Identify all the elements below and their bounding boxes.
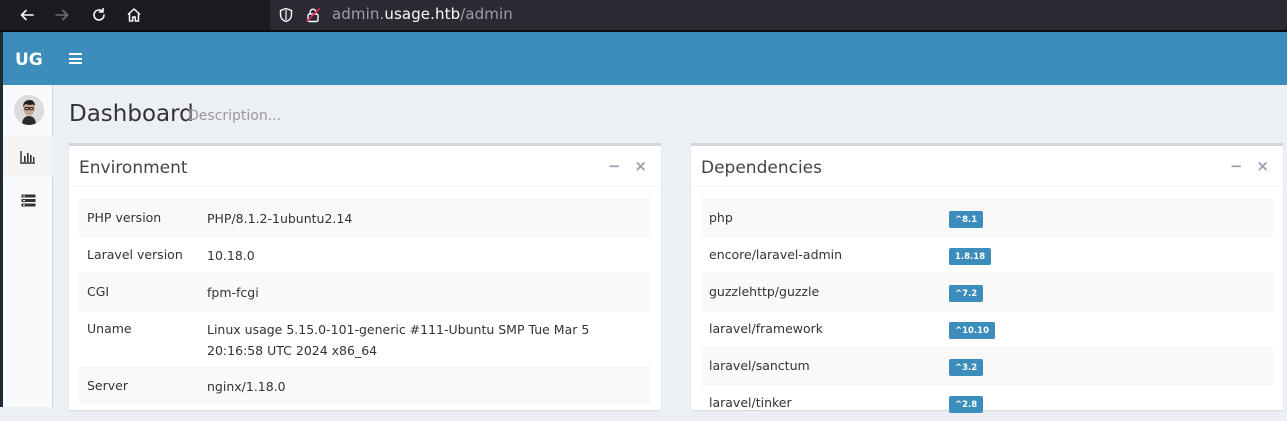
arrow-left-icon bbox=[20, 9, 34, 21]
address-bar[interactable]: admin.usage.htb/admin bbox=[270, 0, 1287, 30]
main-header: UG bbox=[0, 32, 1287, 85]
url-text[interactable]: admin.usage.htb/admin bbox=[332, 5, 513, 23]
insecure-lock-icon[interactable] bbox=[305, 7, 321, 23]
env-key: Laravel version bbox=[87, 247, 183, 262]
dependency-name: encore/laravel-admin bbox=[709, 247, 843, 262]
env-key: CGI bbox=[87, 284, 110, 299]
reload-button[interactable] bbox=[87, 4, 111, 26]
url-path: /admin bbox=[460, 5, 513, 23]
sidebar-toggle-icon[interactable] bbox=[69, 53, 82, 64]
reload-icon bbox=[93, 7, 105, 21]
env-value: fpm-fcgi bbox=[207, 285, 259, 300]
home-icon bbox=[127, 8, 141, 22]
back-button[interactable] bbox=[15, 4, 39, 26]
close-icon[interactable]: × bbox=[634, 158, 647, 174]
box-tools: − × bbox=[608, 158, 647, 174]
forward-button[interactable] bbox=[50, 4, 74, 26]
environment-box: Environment − × PHP version PHP/8.1.2-1u… bbox=[69, 143, 661, 410]
dependency-name: laravel/tinker bbox=[709, 395, 792, 410]
table-row: Server nginx/1.18.0 bbox=[79, 367, 651, 404]
version-badge: ^3.2 bbox=[949, 359, 984, 376]
version-badge: ^10.10 bbox=[949, 322, 996, 339]
dependencies-table: php ^8.1 encore/laravel-admin 1.8.18 guz… bbox=[701, 199, 1273, 421]
box-tools: − × bbox=[1230, 158, 1269, 174]
version-badge: ^2.8 bbox=[949, 396, 984, 413]
table-row: PHP version PHP/8.1.2-1ubuntu2.14 bbox=[79, 199, 651, 236]
env-value: 10.18.0 bbox=[207, 248, 255, 263]
box-header-divider bbox=[69, 186, 661, 187]
dependencies-box: Dependencies − × php ^8.1 encore/laravel… bbox=[691, 143, 1283, 413]
env-value: nginx/1.18.0 bbox=[207, 379, 286, 394]
shield-icon[interactable] bbox=[278, 7, 294, 23]
collapse-icon[interactable]: − bbox=[608, 158, 621, 174]
table-row: encore/laravel-admin 1.8.18 bbox=[701, 236, 1273, 273]
arrow-right-icon bbox=[55, 9, 69, 21]
dependency-name: laravel/framework bbox=[709, 321, 824, 336]
table-row: Laravel version 10.18.0 bbox=[79, 236, 651, 273]
version-badge: ^8.1 bbox=[949, 211, 984, 228]
browser-toolbar: admin.usage.htb/admin bbox=[0, 0, 1287, 32]
close-icon[interactable]: × bbox=[1256, 158, 1269, 174]
collapse-icon[interactable]: − bbox=[1230, 158, 1243, 174]
table-row: CGI fpm-fcgi bbox=[79, 273, 651, 310]
dependency-name: php bbox=[709, 210, 733, 225]
url-prefix: admin. bbox=[332, 5, 385, 23]
env-value: PHP/8.1.2-1ubuntu2.14 bbox=[207, 211, 353, 226]
table-row: Uname Linux usage 5.15.0-101-generic #11… bbox=[79, 310, 651, 367]
url-domain: usage.htb bbox=[384, 5, 461, 23]
version-badge: ^7.2 bbox=[949, 285, 984, 302]
sidebar-item-dashboard[interactable] bbox=[3, 137, 53, 177]
user-avatar[interactable] bbox=[14, 95, 44, 125]
table-row: laravel/sanctum ^3.2 bbox=[701, 347, 1273, 384]
dependency-name: laravel/sanctum bbox=[709, 358, 810, 373]
table-row: guzzlehttp/guzzle ^7.2 bbox=[701, 273, 1273, 310]
sidebar bbox=[0, 85, 53, 407]
env-value: Linux usage 5.15.0-101-generic #111-Ubun… bbox=[207, 322, 590, 358]
table-row: laravel/tinker ^2.8 bbox=[701, 384, 1273, 421]
server-icon bbox=[21, 194, 35, 206]
environment-title: Environment bbox=[79, 158, 188, 178]
page-description: Description... bbox=[188, 108, 282, 124]
app-logo[interactable]: UG bbox=[15, 50, 43, 70]
version-badge: 1.8.18 bbox=[949, 248, 992, 265]
env-key: Server bbox=[87, 378, 128, 393]
table-row: php ^8.1 bbox=[701, 199, 1273, 236]
dependency-name: guzzlehttp/guzzle bbox=[709, 284, 820, 299]
env-key: Uname bbox=[87, 321, 132, 336]
sidebar-item-admin[interactable] bbox=[3, 180, 53, 220]
dependencies-title: Dependencies bbox=[701, 158, 822, 178]
box-header-divider bbox=[691, 186, 1283, 187]
environment-table: PHP version PHP/8.1.2-1ubuntu2.14 Larave… bbox=[79, 199, 651, 404]
home-button[interactable] bbox=[122, 4, 146, 26]
table-row: laravel/framework ^10.10 bbox=[701, 310, 1273, 347]
page-title: Dashboard bbox=[69, 101, 194, 127]
env-key: PHP version bbox=[87, 210, 162, 225]
user-photo-icon bbox=[14, 95, 44, 125]
bar-chart-icon bbox=[20, 151, 35, 164]
